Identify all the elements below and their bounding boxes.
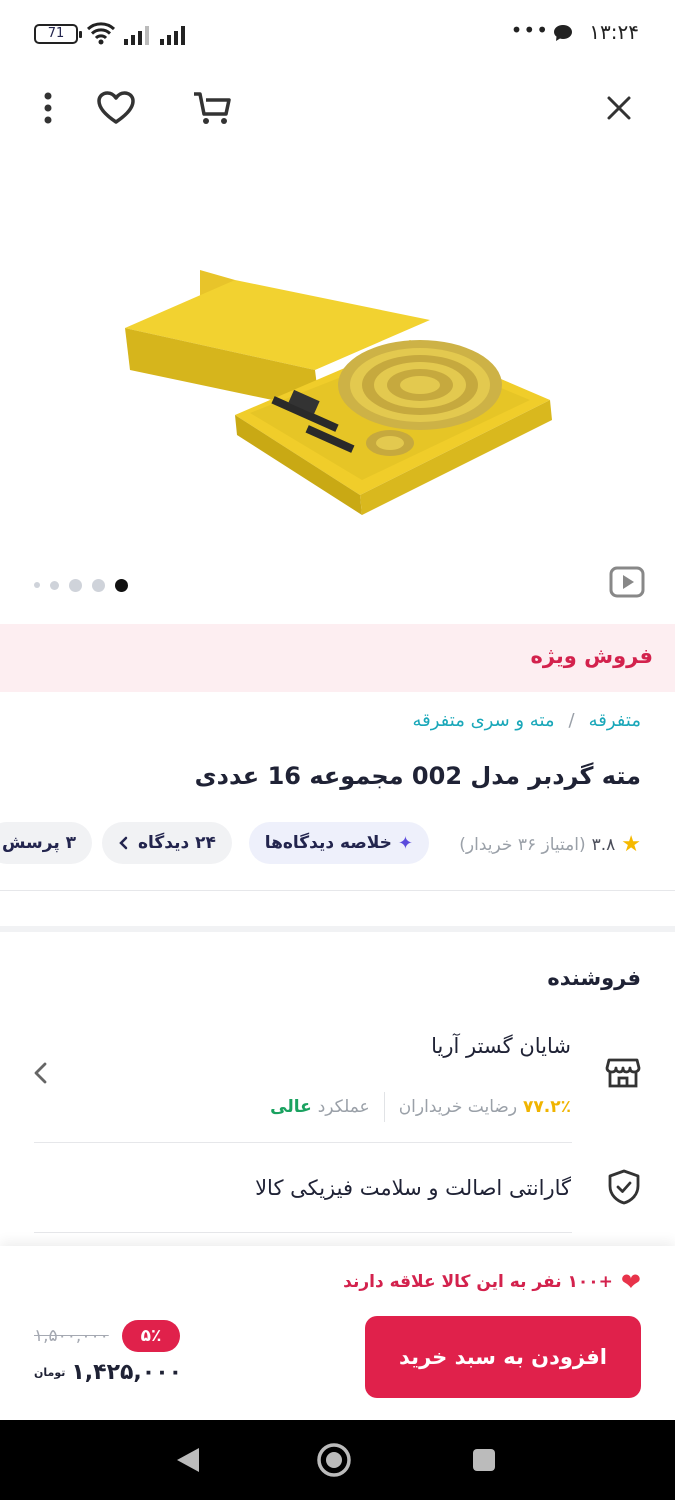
divider — [34, 1142, 572, 1143]
seller-satisfaction-label: رضایت خریداران — [398, 1097, 518, 1117]
home-circle-icon — [317, 1443, 351, 1477]
sparkle-icon: ✦ — [397, 832, 413, 854]
system-nav-bar — [0, 1420, 675, 1500]
questions-label: ۳ پرسش — [2, 833, 77, 853]
status-time: ۱۳:۲۴ — [589, 20, 639, 44]
status-bar: ۱۳:۲۴ ••• 71 — [0, 0, 675, 68]
favorite-button[interactable] — [94, 86, 138, 130]
special-sale-banner: فروش ویژه — [0, 624, 675, 692]
divider — [0, 890, 675, 891]
back-triangle-icon — [177, 1448, 199, 1472]
product-meta-row: ★ ۳.۸ (امتیاز ۳۶ خریدار) ✦ خلاصه دیدگاه‌… — [0, 822, 675, 866]
price-value: ۱,۴۲۵,۰۰۰ — [71, 1360, 183, 1385]
product-title: مته گردبر مدل 002 مجموعه 16 عددی — [194, 762, 641, 790]
more-options-button[interactable] — [26, 86, 70, 130]
special-sale-label: فروش ویژه — [530, 644, 653, 668]
rating-buyers-count: (امتیاز ۳۶ خریدار) — [459, 834, 586, 855]
breadcrumb-item[interactable]: متفرقه — [589, 710, 641, 731]
seller-performance-value: عالی — [270, 1097, 312, 1117]
nav-back-button[interactable] — [170, 1442, 206, 1478]
seller-card[interactable]: شایان گستر آریا ۷۷.۲٪ رضایت خریداران عمل… — [0, 1020, 675, 1140]
chevron-left-icon — [119, 836, 128, 850]
purchase-bar: ❤ +۱۰۰ نفر به این کالا علاقه دارند افزود… — [0, 1246, 675, 1420]
nav-home-button[interactable] — [316, 1442, 352, 1478]
cart-icon — [194, 92, 231, 124]
nav-recents-button[interactable] — [466, 1442, 502, 1478]
questions-chip[interactable]: ۳ پرسش — [0, 822, 93, 864]
gallery-dot[interactable] — [34, 582, 40, 588]
recents-square-icon — [473, 1449, 495, 1471]
old-price: ۱,۵۰۰,۰۰۰ — [34, 1326, 109, 1346]
warranty-text: گارانتی اصالت و سلامت فیزیکی کالا — [255, 1176, 571, 1200]
star-icon: ★ — [621, 832, 641, 857]
rating: ★ ۳.۸ (امتیاز ۳۶ خریدار) — [459, 832, 641, 857]
breadcrumb-separator: / — [568, 710, 575, 731]
seller-heading: فروشنده — [547, 966, 641, 990]
seller-name: شایان گستر آریا — [431, 1034, 571, 1058]
top-bar — [0, 70, 675, 146]
price-currency: تومان — [34, 1366, 66, 1379]
product-image[interactable] — [100, 230, 570, 530]
breadcrumb: متفرقه / مته و سری متفرقه — [412, 710, 641, 731]
video-play-icon[interactable] — [609, 566, 645, 598]
message-icon — [554, 25, 572, 41]
seller-performance-label: عملکرد — [317, 1097, 370, 1117]
gallery-dot-active[interactable] — [115, 578, 128, 592]
wifi-icon — [86, 22, 116, 45]
seller-stats: ۷۷.۲٪ رضایت خریداران عملکرد عالی — [270, 1092, 571, 1122]
cart-button[interactable] — [190, 86, 234, 130]
interest-text: +۱۰۰ نفر به این کالا علاقه دارند — [343, 1272, 613, 1292]
seller-satisfaction-percent: ۷۷.۲٪ — [523, 1097, 571, 1117]
heart-icon — [97, 91, 135, 124]
reviews-count-label: ۲۴ دیدگاه — [138, 833, 216, 853]
reviews-summary-chip[interactable]: ✦ خلاصه دیدگاه‌ها — [248, 822, 429, 864]
signal-icon — [124, 26, 149, 45]
breadcrumb-item[interactable]: مته و سری متفرقه — [412, 710, 554, 731]
reviews-summary-label: خلاصه دیدگاه‌ها — [264, 833, 392, 853]
battery-icon: 71 — [34, 24, 82, 44]
gallery-dot[interactable] — [92, 578, 105, 592]
discount-badge: ۵٪ — [122, 1320, 180, 1352]
section-divider — [0, 926, 675, 932]
rating-value: ۳.۸ — [591, 834, 616, 855]
divider — [34, 1232, 572, 1233]
gallery-dot[interactable] — [69, 578, 82, 592]
close-icon — [607, 96, 631, 120]
reviews-count-chip[interactable]: ۲۴ دیدگاه — [102, 822, 232, 864]
status-more-dots: ••• — [510, 18, 549, 42]
chevron-left-icon[interactable] — [30, 1060, 52, 1086]
store-icon — [605, 1058, 641, 1088]
gallery-dot[interactable] — [50, 580, 59, 590]
signal-icon — [160, 26, 185, 45]
shield-check-icon — [608, 1169, 640, 1205]
close-button[interactable] — [597, 86, 641, 130]
warranty-row: گارانتی اصالت و سلامت فیزیکی کالا — [0, 1164, 675, 1214]
more-vertical-icon — [44, 92, 52, 124]
add-to-cart-button[interactable]: افزودن به سبد خرید — [365, 1316, 641, 1398]
gallery-dots[interactable] — [34, 576, 128, 594]
interest-note: ❤ +۱۰۰ نفر به این کالا علاقه دارند — [343, 1268, 641, 1296]
heart-filled-icon: ❤ — [620, 1268, 641, 1296]
final-price: ۱,۴۲۵,۰۰۰ تومان — [34, 1360, 182, 1385]
stats-separator — [383, 1092, 385, 1122]
